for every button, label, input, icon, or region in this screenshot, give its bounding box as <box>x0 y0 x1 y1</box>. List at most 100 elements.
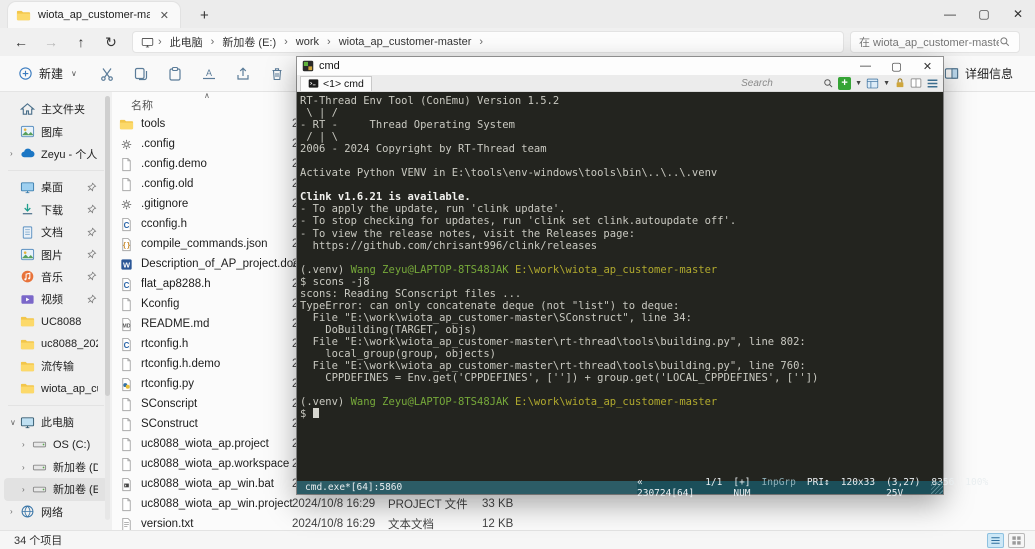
sidebar-item-图片[interactable]: 图片 <box>4 243 108 265</box>
paste-button[interactable] <box>159 66 191 82</box>
svg-text:MD: MD <box>123 323 131 329</box>
sidebar-item-label: OS (C:) <box>53 438 91 451</box>
video-icon <box>20 292 35 307</box>
pin-icon <box>87 182 98 193</box>
chevron-right-icon[interactable]: › <box>10 507 20 516</box>
breadcrumb-item[interactable]: work <box>292 36 323 48</box>
search-input[interactable]: 在 wiota_ap_customer-master 中搜索 <box>850 31 1020 53</box>
chevron-down-icon[interactable]: ▼ <box>883 80 890 87</box>
up-button[interactable]: ↑ <box>66 34 96 50</box>
terminal-line: scons: Reading SConscript files ... <box>300 287 522 300</box>
terminal-minimize-button[interactable]: — <box>850 57 881 75</box>
tab-close-icon[interactable]: ✕ <box>157 9 172 22</box>
terminal-status-cell: (3,27) 25V <box>886 476 921 499</box>
sidebar-item-uc8088_20231[interactable]: uc8088_20231 <box>4 333 108 355</box>
share-button[interactable] <box>227 66 259 82</box>
terminal-line: File "E:\work\wiota_ap_customer-master\S… <box>300 311 692 324</box>
terminal-line: CPPDEFINES = Env.get('CPPDEFINES', [''])… <box>300 372 819 385</box>
sidebar-item-桌面[interactable]: 桌面 <box>4 176 108 198</box>
sidebar-item-新加卷-(d:)[interactable]: › 新加卷 (D:) <box>4 456 108 478</box>
sidebar-item-下载[interactable]: 下载 <box>4 199 108 221</box>
folder-icon <box>16 8 31 23</box>
sidebar-scrollbar[interactable] <box>105 96 110 520</box>
sidebar-item-zeyu---个人[interactable]: › Zeyu - 个人 <box>4 143 108 165</box>
file-size: 12 KB <box>482 518 514 530</box>
file-file-icon <box>119 357 134 372</box>
sidebar-item-新加卷-(e:)[interactable]: › 新加卷 (E:) <box>4 478 108 501</box>
explorer-tab-bar: wiota_ap_customer-master ✕ + — ▢ ✕ <box>0 0 1035 28</box>
sidebar-item-wiota_ap_custo[interactable]: wiota_ap_custo <box>4 378 108 400</box>
sidebar-item-网络[interactable]: › 网络 <box>4 501 108 523</box>
file-name: uc8088_wiota_ap_win.bat <box>141 478 274 490</box>
details-pane-button[interactable]: 详细信息 <box>944 65 1013 82</box>
c-file-icon: C <box>119 277 134 292</box>
chevron-right-icon[interactable]: › <box>22 485 32 494</box>
icons-view-button[interactable] <box>1008 532 1025 548</box>
terminal-status-cell: PRI↕ <box>806 476 830 488</box>
terminal-search-input[interactable]: Search <box>741 78 819 89</box>
sidebar-item-文档[interactable]: 文档 <box>4 221 108 243</box>
terminal-tab[interactable]: <1> cmd <box>300 75 372 91</box>
delete-button[interactable] <box>261 66 293 82</box>
back-button[interactable]: ← <box>6 34 36 50</box>
forward-button[interactable]: → <box>36 34 66 50</box>
panes-icon[interactable] <box>910 77 922 89</box>
breadcrumb-item[interactable]: 新加卷 (E:) <box>218 34 280 50</box>
sidebar-item-流传输[interactable]: 流传输 <box>4 355 108 377</box>
console-list-icon[interactable] <box>866 77 879 90</box>
file-name: uc8088_wiota_ap_win.project <box>141 498 293 510</box>
breadcrumb-item[interactable]: 此电脑 <box>166 34 207 50</box>
file-file-icon <box>119 497 134 512</box>
new-console-button[interactable]: + <box>838 76 852 90</box>
menu-icon[interactable] <box>926 77 939 90</box>
file-file-icon <box>119 297 134 312</box>
new-button[interactable]: 新建 ∨ <box>18 65 77 82</box>
terminal-line: RT-Thread Env Tool (ConEmu) Version 1.5.… <box>300 95 560 107</box>
sidebar-item-视频[interactable]: 视频 <box>4 288 108 310</box>
cut-button[interactable] <box>91 66 123 82</box>
sidebar-item-os-(c:)[interactable]: › OS (C:) <box>4 433 108 455</box>
terminal-line: TypeError: can only concatenate deque (n… <box>300 299 680 312</box>
rename-button[interactable]: A <box>193 66 225 82</box>
terminal-maximize-button[interactable]: ▢ <box>881 57 912 75</box>
terminal-line: File "E:\work\wiota_ap_customer-master\r… <box>300 360 806 373</box>
copy-button[interactable] <box>125 66 157 82</box>
sidebar-item-uc8088[interactable]: UC8088 <box>4 311 108 333</box>
window-close-button[interactable]: ✕ <box>1001 0 1035 28</box>
chevron-right-icon[interactable]: › <box>22 440 32 449</box>
sidebar-item-音乐[interactable]: 音乐 <box>4 266 108 288</box>
file-size: 33 KB <box>482 498 514 510</box>
svg-text:C: C <box>124 280 130 289</box>
breadcrumb-item[interactable]: wiota_ap_customer-master <box>335 36 476 48</box>
new-tab-button[interactable]: + <box>194 7 215 24</box>
window-maximize-button[interactable]: ▢ <box>967 0 1001 28</box>
terminal-output[interactable]: RT-Thread Env Tool (ConEmu) Version 1.5.… <box>297 92 943 481</box>
terminal-search-icon <box>823 78 834 89</box>
sidebar-item-主文件夹[interactable]: 主文件夹 <box>4 98 108 120</box>
file-name: rtconfig.py <box>141 378 195 390</box>
explorer-tab[interactable]: wiota_ap_customer-master ✕ <box>8 2 180 28</box>
resize-grip[interactable] <box>931 482 943 494</box>
window-minimize-button[interactable]: — <box>933 0 967 28</box>
terminal-status-cell: « 230724[64] <box>637 476 695 499</box>
sidebar-item-label: 文档 <box>41 227 63 240</box>
gallery-icon <box>20 247 35 262</box>
network-icon <box>20 504 35 519</box>
lock-icon[interactable] <box>894 77 906 89</box>
terminal-close-button[interactable]: ✕ <box>912 57 943 75</box>
sidebar-item-图库[interactable]: 图库 <box>4 120 108 142</box>
breadcrumb[interactable]: › 此电脑 › 新加卷 (E:) › work › wiota_ap_custo… <box>132 31 844 53</box>
details-view-button[interactable] <box>987 532 1004 548</box>
terminal-title-bar[interactable]: cmd — ▢ ✕ <box>297 57 943 75</box>
chevron-down-icon[interactable]: ▼ <box>855 80 862 87</box>
refresh-button[interactable]: ↻ <box>96 34 126 51</box>
pin-icon <box>87 227 98 238</box>
chevron-down-icon[interactable]: ∨ <box>10 418 20 427</box>
terminal-status-cell: [+] NUM <box>733 476 751 499</box>
terminal-process-info: cmd.exe*[64]:5860 <box>297 481 637 494</box>
sidebar-item-此电脑[interactable]: ∨ 此电脑 <box>4 411 108 433</box>
chevron-right-icon[interactable]: › <box>22 463 32 472</box>
chevron-right-icon[interactable]: › <box>10 149 20 158</box>
sidebar-item-label: 视频 <box>41 294 63 307</box>
file-file-icon <box>119 397 134 412</box>
